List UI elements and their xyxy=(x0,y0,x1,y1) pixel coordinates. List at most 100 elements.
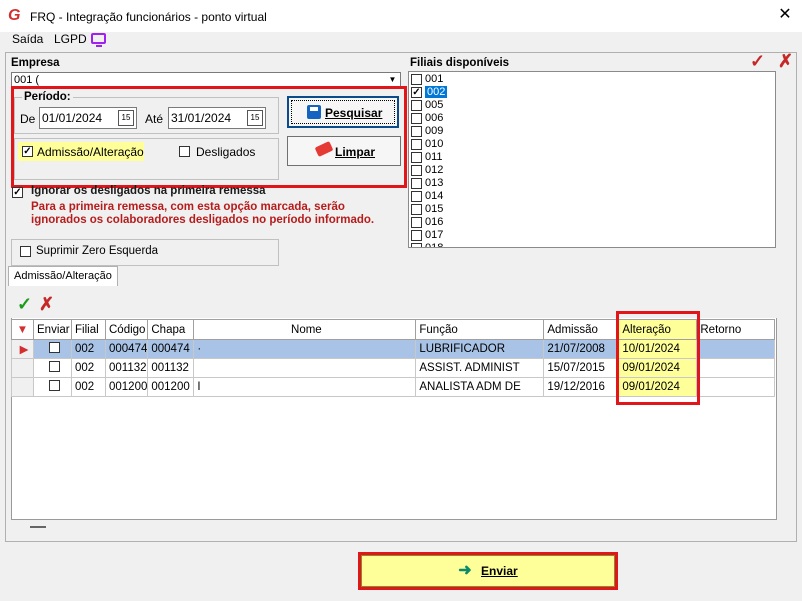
filial-checkbox[interactable] xyxy=(411,74,422,85)
cell-nome[interactable] xyxy=(193,358,417,378)
cell-codigo[interactable]: 000474 xyxy=(104,339,149,359)
enviar-cell[interactable] xyxy=(33,339,72,359)
filial-checkbox[interactable] xyxy=(411,165,422,176)
cell-filial[interactable]: 002 xyxy=(71,339,106,359)
filial-item[interactable]: 014 xyxy=(411,190,443,203)
filial-item[interactable]: 017 xyxy=(411,229,443,242)
col-enviar[interactable]: Enviar xyxy=(33,319,72,340)
filial-code: 005 xyxy=(425,99,444,111)
filial-code: 010 xyxy=(425,138,444,150)
filial-item[interactable]: 009 xyxy=(411,125,443,138)
filiais-scrollbar[interactable] xyxy=(777,71,795,248)
filial-item[interactable]: 006 xyxy=(411,112,443,125)
filial-code: 001 xyxy=(425,73,444,85)
cell-codigo[interactable]: 001132 xyxy=(104,358,149,378)
enviar-checkbox[interactable] xyxy=(48,342,60,353)
filial-code: 006 xyxy=(425,112,444,124)
filial-item[interactable]: 018 xyxy=(411,242,444,248)
tab-admissao[interactable]: Admissão/Alteração xyxy=(8,266,118,286)
filial-item[interactable]: 015 xyxy=(411,203,443,216)
cell-admissao[interactable]: 19/12/2016 xyxy=(543,377,620,397)
cell-chapa[interactable]: 001200 xyxy=(147,377,195,397)
col-filial[interactable]: Filial xyxy=(71,319,106,340)
monitor-icon[interactable] xyxy=(91,33,106,47)
menu-lgpd[interactable]: LGPD xyxy=(54,32,87,46)
cell-chapa[interactable]: 000474 xyxy=(147,339,195,359)
check-icon[interactable]: ✓ xyxy=(17,294,32,315)
ignorar-note-line1: Para a primeira remessa, com esta opção … xyxy=(31,201,345,213)
filial-code: 018 xyxy=(425,242,444,248)
filial-item[interactable]: 012 xyxy=(411,164,443,177)
suprimir-label: Suprimir Zero Esquerda xyxy=(36,245,159,257)
cell-nome[interactable]: I xyxy=(193,377,417,397)
sort-icon[interactable]: ▼ xyxy=(11,319,34,340)
col-funcao[interactable]: Função xyxy=(415,319,545,340)
ignorar-label: Ignorar os desligados na primeira remess… xyxy=(31,185,266,197)
filial-item[interactable]: 013 xyxy=(411,177,443,190)
cell-admissao[interactable]: 21/07/2008 xyxy=(543,339,620,359)
filial-checkbox[interactable] xyxy=(411,139,422,150)
cell-chapa[interactable]: 001132 xyxy=(147,358,195,378)
filial-item[interactable]: 005 xyxy=(411,99,443,112)
filial-checkbox[interactable]: ✓ xyxy=(411,87,422,98)
filial-item[interactable]: 011 xyxy=(411,151,443,164)
check-all-icon[interactable]: ✓ xyxy=(750,51,765,72)
filial-code: 013 xyxy=(425,177,444,189)
cell-retorno[interactable] xyxy=(696,358,776,378)
filial-checkbox[interactable] xyxy=(411,126,422,137)
suprimir-checkbox[interactable] xyxy=(20,246,31,257)
filial-code: 002 xyxy=(425,86,448,98)
cell-funcao[interactable]: ASSIST. ADMINIST xyxy=(415,358,545,378)
uncheck-all-icon[interactable]: ✗ xyxy=(778,51,793,72)
cancel-icon[interactable]: ✗ xyxy=(39,294,54,315)
menu-saida[interactable]: Saída xyxy=(12,32,43,46)
row-indicator[interactable] xyxy=(11,358,34,378)
filial-checkbox[interactable] xyxy=(411,100,422,111)
enviar-checkbox[interactable] xyxy=(48,380,60,391)
filial-checkbox[interactable] xyxy=(411,243,422,247)
filiais-list[interactable]: 001 ✓ 002 005 006 009 010 011 012 013 014 015 016 017… xyxy=(408,71,776,248)
chevron-down-icon[interactable]: ▼ xyxy=(386,74,399,86)
cell-filial[interactable]: 002 xyxy=(71,377,106,397)
filiais-label: Filiais disponíveis xyxy=(410,57,510,69)
filial-checkbox[interactable] xyxy=(411,204,422,215)
enviar-cell[interactable] xyxy=(33,377,72,397)
cell-filial[interactable]: 002 xyxy=(71,358,106,378)
filial-checkbox[interactable] xyxy=(411,178,422,189)
highlight-box-periodo xyxy=(11,86,407,188)
row-indicator[interactable] xyxy=(11,377,34,397)
ignorar-note-line2: ignorados os colaboradores desligados no… xyxy=(31,214,375,226)
enviar-checkbox[interactable] xyxy=(48,361,60,372)
filial-item[interactable]: 016 xyxy=(411,216,443,229)
col-chapa[interactable]: Chapa xyxy=(147,319,195,340)
row-pointer-icon[interactable]: ▶ xyxy=(11,339,34,359)
cell-retorno[interactable] xyxy=(696,339,776,359)
empresa-value: 001 ( xyxy=(14,74,40,86)
col-admissao[interactable]: Admissão xyxy=(543,319,620,340)
highlight-box-enviar xyxy=(358,552,618,590)
ignorar-checkbox[interactable]: ✓ xyxy=(12,187,23,198)
filial-checkbox[interactable] xyxy=(411,113,422,124)
cell-retorno[interactable] xyxy=(696,377,776,397)
filial-code: 017 xyxy=(425,229,444,241)
cell-admissao[interactable]: 15/07/2015 xyxy=(543,358,620,378)
col-codigo[interactable]: Código xyxy=(104,319,149,340)
filial-checkbox[interactable] xyxy=(411,191,422,202)
filial-item[interactable]: ✓ 002 xyxy=(411,86,448,99)
enviar-cell[interactable] xyxy=(33,358,72,378)
col-nome[interactable]: Nome xyxy=(193,319,417,340)
cell-codigo[interactable]: 001200 xyxy=(104,377,149,397)
filial-checkbox[interactable] xyxy=(411,152,422,163)
cell-nome[interactable]: · xyxy=(193,339,417,359)
filial-checkbox[interactable] xyxy=(411,217,422,228)
empresa-label: Empresa xyxy=(11,57,60,69)
filial-code: 016 xyxy=(425,216,444,228)
close-icon[interactable]: ✕ xyxy=(774,4,796,26)
filial-code: 009 xyxy=(425,125,444,137)
col-retorno[interactable]: Retorno xyxy=(696,319,776,340)
filial-item[interactable]: 001 xyxy=(411,73,443,86)
cell-funcao[interactable]: LUBRIFICADOR xyxy=(415,339,545,359)
filial-item[interactable]: 010 xyxy=(411,138,443,151)
cell-funcao[interactable]: ANALISTA ADM DE xyxy=(415,377,545,397)
filial-checkbox[interactable] xyxy=(411,230,422,241)
